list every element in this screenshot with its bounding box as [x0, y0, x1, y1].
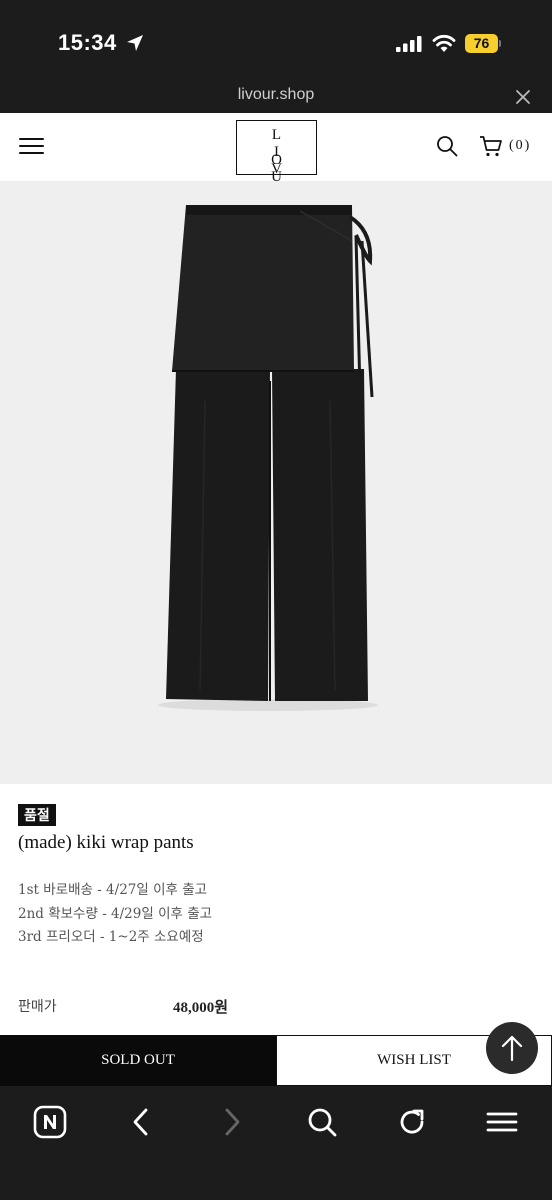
- sold-out-button[interactable]: SOLD OUT: [0, 1035, 276, 1086]
- browser-toolbar: [0, 1086, 552, 1200]
- cart-count[interactable]: (0): [509, 138, 531, 154]
- url-bar[interactable]: livour.shop: [0, 80, 552, 113]
- product-name: (made) kiki wrap pants: [18, 832, 194, 853]
- site-header: L I V O U R (0): [0, 113, 552, 202]
- price-label: 판매가: [18, 998, 57, 1014]
- forward-icon[interactable]: [214, 1104, 250, 1140]
- back-icon[interactable]: [124, 1104, 160, 1140]
- logo[interactable]: L I V O U R: [236, 120, 317, 202]
- arrow-up-icon: [501, 1035, 523, 1062]
- battery-level: 76: [465, 34, 498, 53]
- reload-icon[interactable]: [394, 1104, 430, 1140]
- scroll-to-top-button[interactable]: [486, 1022, 538, 1074]
- battery-icon: 76: [465, 34, 501, 53]
- search-icon[interactable]: [436, 135, 458, 157]
- close-icon[interactable]: [514, 88, 532, 106]
- sold-out-badge: 품절: [18, 804, 56, 826]
- url-text[interactable]: livour.shop: [0, 86, 552, 104]
- search-icon[interactable]: [304, 1104, 340, 1140]
- location-arrow-icon: [127, 35, 143, 51]
- price-value: 48,000원: [173, 1000, 229, 1016]
- wifi-icon: [432, 34, 456, 52]
- signal-icon: [396, 36, 422, 52]
- menu-icon[interactable]: [484, 1104, 520, 1140]
- cart-icon[interactable]: [479, 134, 503, 158]
- status-bar: 15:34 76: [0, 0, 552, 80]
- status-time: 15:34: [58, 30, 117, 55]
- menu-icon[interactable]: [19, 136, 44, 156]
- shipping-line: 1st 바로배송 - 4/27일 이후 출고: [18, 882, 208, 898]
- wrap-pants-illustration: [158, 205, 378, 711]
- naver-n-icon[interactable]: [32, 1104, 68, 1140]
- shipping-line: 2nd 확보수량 - 4/29일 이후 출고: [18, 906, 213, 922]
- shipping-line: 3rd 프리오더 - 1~2주 소요예정: [18, 929, 204, 945]
- product-image[interactable]: [0, 181, 552, 784]
